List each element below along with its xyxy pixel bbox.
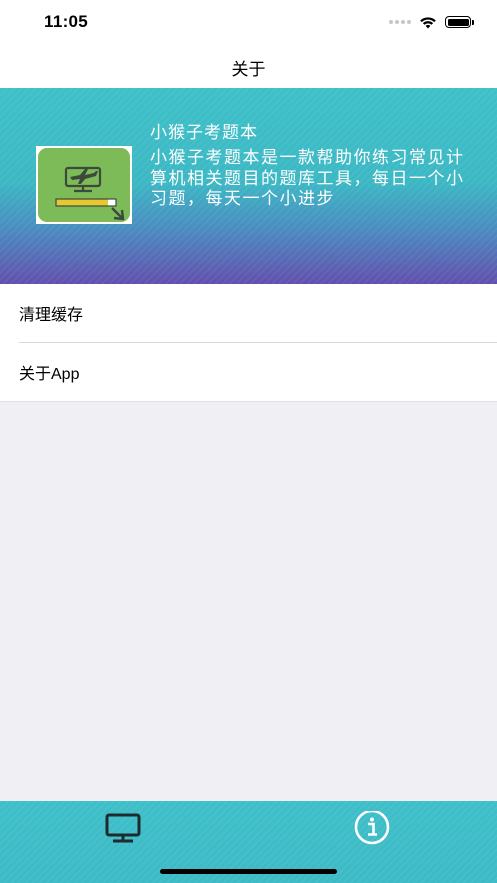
app-description: 小猴子考题本是一款帮助你练习常见计算机相关题目的题库工具，每日一个小习题，每天一… bbox=[150, 148, 465, 208]
clear-cache-row[interactable]: 清理缓存 bbox=[0, 284, 497, 342]
tab-home[interactable] bbox=[104, 811, 144, 845]
navigation-bar: 关于 bbox=[0, 44, 497, 88]
status-bar: 11:05 bbox=[0, 0, 497, 44]
battery-icon bbox=[445, 16, 474, 28]
status-time: 11:05 bbox=[44, 12, 89, 31]
cellular-signal-icon bbox=[389, 20, 411, 24]
monitor-icon bbox=[105, 813, 141, 843]
settings-list: 清理缓存 关于App bbox=[0, 284, 497, 402]
tab-about[interactable] bbox=[352, 811, 392, 845]
clear-cache-label: 清理缓存 bbox=[19, 307, 84, 324]
app-logo-icon bbox=[36, 146, 132, 224]
status-icons bbox=[389, 14, 474, 30]
app-name: 小猴子考题本 bbox=[150, 123, 258, 142]
wifi-icon bbox=[420, 16, 436, 28]
home-indicator bbox=[160, 869, 337, 874]
about-app-row[interactable]: 关于App bbox=[0, 343, 497, 401]
page-title: 关于 bbox=[231, 60, 266, 79]
about-header-banner: 小猴子考题本 小猴子考题本是一款帮助你练习常见计算机相关题目的题库工具，每日一个… bbox=[0, 88, 497, 284]
list-bottom-divider bbox=[0, 401, 497, 402]
about-app-label: 关于App bbox=[19, 366, 80, 383]
info-icon bbox=[354, 811, 390, 845]
